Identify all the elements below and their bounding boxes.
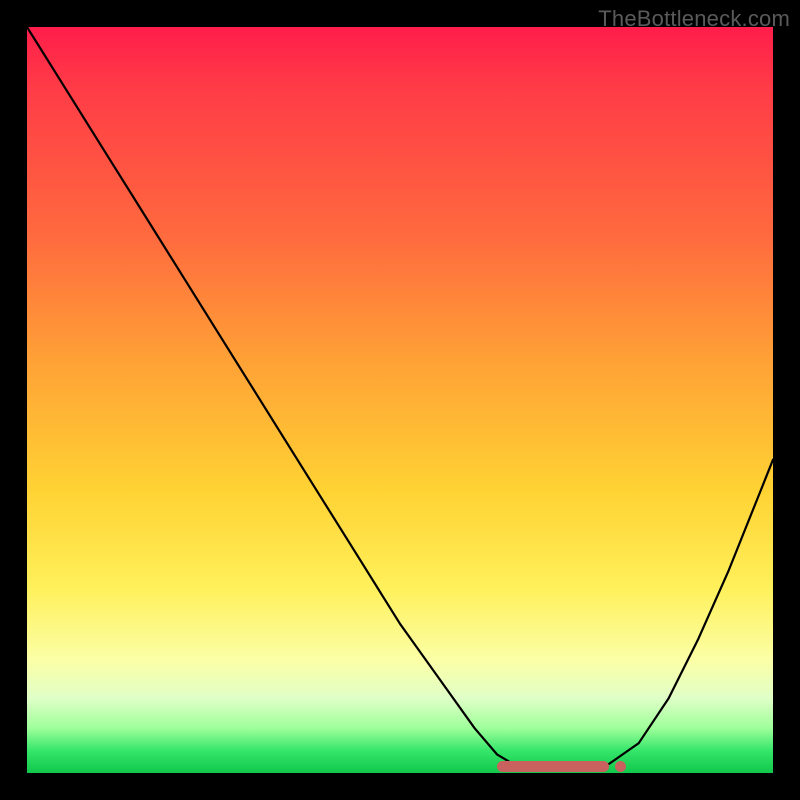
watermark-text: TheBottleneck.com (598, 6, 790, 32)
valley-marker (497, 761, 609, 772)
bottleneck-curve (27, 27, 773, 773)
valley-marker-end-dot (615, 761, 626, 772)
chart-container: TheBottleneck.com (0, 0, 800, 800)
plot-area (27, 27, 773, 773)
